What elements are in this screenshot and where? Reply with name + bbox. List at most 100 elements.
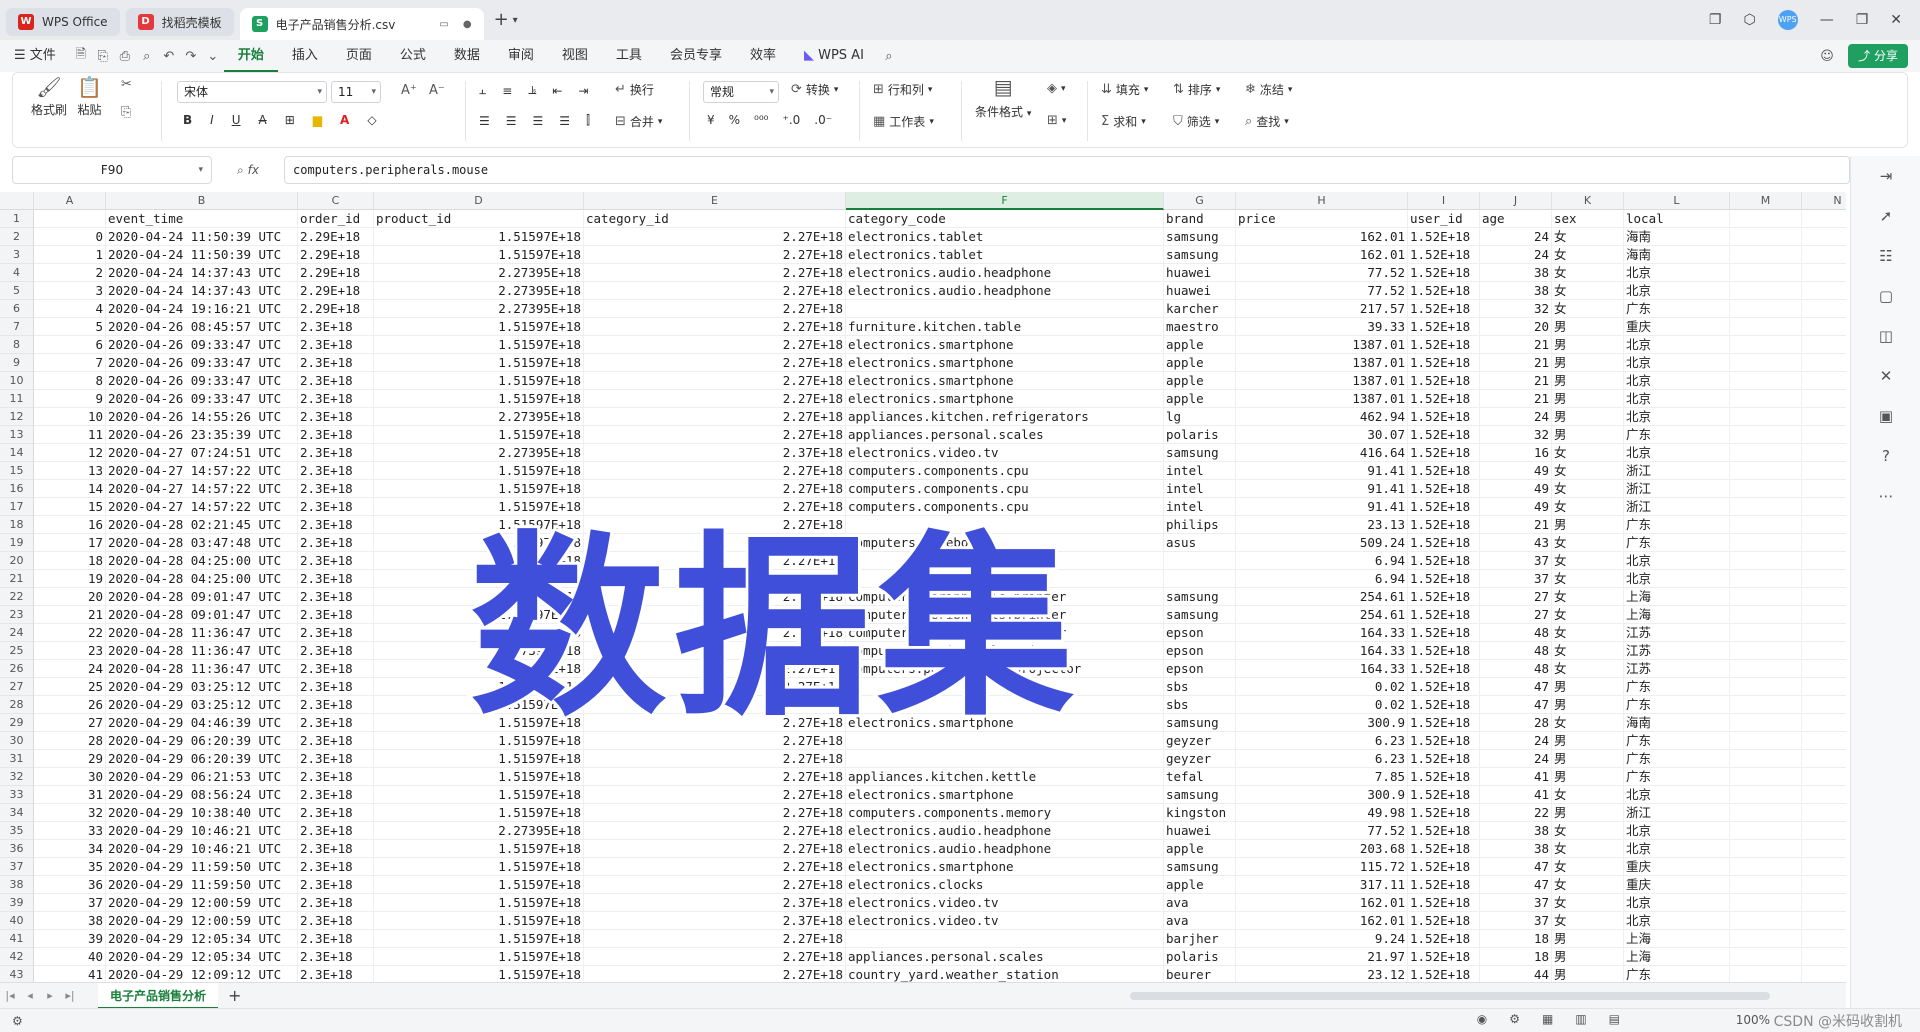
table-cell[interactable]: 2.27E+18 [584, 534, 846, 552]
table-cell[interactable]: 上海 [1624, 948, 1730, 966]
table-cell[interactable]: 48 [1480, 624, 1552, 642]
column-header-b[interactable]: B [106, 192, 298, 210]
table-cell[interactable]: 1.52E+18 [1408, 480, 1480, 498]
table-cell[interactable]: 254.61 [1236, 606, 1408, 624]
table-cell[interactable]: 509.24 [1236, 534, 1408, 552]
table-cell[interactable]: 115.72 [1236, 858, 1408, 876]
table-cell[interactable]: 1.51597E+18 [374, 570, 584, 588]
table-cell[interactable]: 49 [1480, 480, 1552, 498]
table-cell[interactable]: maestro [1164, 318, 1236, 336]
table-cell[interactable]: 16 [1480, 444, 1552, 462]
table-cell[interactable]: electronics.smartphone [846, 858, 1164, 876]
table-cell[interactable]: 1.52E+18 [1408, 930, 1480, 948]
table-cell[interactable]: 32 [1480, 426, 1552, 444]
table-cell[interactable] [1730, 948, 1802, 966]
table-cell[interactable]: 2.27E+18 [584, 930, 846, 948]
table-cell[interactable]: 男 [1552, 516, 1624, 534]
table-cell[interactable] [1730, 534, 1802, 552]
table-cell[interactable]: 1.51597E+18 [374, 948, 584, 966]
table-cell[interactable]: philips [1164, 516, 1236, 534]
row-header[interactable]: 42 [0, 948, 34, 966]
table-cell[interactable]: 2.3E+18 [298, 930, 374, 948]
table-cell[interactable]: 2.3E+18 [298, 714, 374, 732]
table-cell[interactable]: 1.51597E+18 [374, 498, 584, 516]
decrease-font-button[interactable]: A⁻ [429, 83, 445, 98]
table-cell[interactable]: 41 [34, 966, 106, 982]
table-cell[interactable] [1802, 372, 1846, 390]
table-cell[interactable]: 2.3E+18 [298, 318, 374, 336]
table-cell[interactable]: computers.peripherals.projector [846, 660, 1164, 678]
more-icon[interactable]: ⋯ [1851, 476, 1920, 516]
table-cell[interactable]: 11 [34, 426, 106, 444]
table-cell[interactable]: 24 [1480, 408, 1552, 426]
table-cell[interactable]: intel [1164, 498, 1236, 516]
table-cell[interactable] [846, 678, 1164, 696]
table-cell[interactable]: electronics.smartphone [846, 786, 1164, 804]
table-cell[interactable]: 2.27E+18 [584, 750, 846, 768]
row-header[interactable]: 33 [0, 786, 34, 804]
table-cell[interactable]: 女 [1552, 246, 1624, 264]
table-cell[interactable]: 2.3E+18 [298, 354, 374, 372]
page-break-icon[interactable]: ▤ [1609, 1012, 1620, 1026]
table-cell[interactable]: 2.3E+18 [298, 966, 374, 982]
row-header[interactable]: 26 [0, 660, 34, 678]
table-cell[interactable]: 6.23 [1236, 750, 1408, 768]
table-cell[interactable]: 2020-04-29 11:59:50 UTC [106, 858, 298, 876]
table-cell[interactable]: apple [1164, 876, 1236, 894]
table-cell[interactable]: 6 [34, 336, 106, 354]
table-cell[interactable]: 2020-04-29 03:25:12 UTC [106, 678, 298, 696]
table-cell[interactable]: 1.51597E+18 [374, 714, 584, 732]
row-header[interactable]: 21 [0, 570, 34, 588]
table-cell[interactable]: 2.3E+18 [298, 498, 374, 516]
row-header[interactable]: 27 [0, 678, 34, 696]
table-cell[interactable]: samsung [1164, 228, 1236, 246]
row-header[interactable]: 39 [0, 894, 34, 912]
table-cell[interactable]: 2.27E+18 [584, 768, 846, 786]
table-cell[interactable]: 1.51597E+18 [374, 804, 584, 822]
table-cell[interactable]: appliances.personal.scales [846, 426, 1164, 444]
table-cell[interactable]: 37 [1480, 552, 1552, 570]
table-cell[interactable]: 2020-04-28 09:01:47 UTC [106, 606, 298, 624]
table-cell[interactable] [1730, 588, 1802, 606]
table-cell[interactable]: 48 [1480, 642, 1552, 660]
table-cell[interactable]: order_id [298, 210, 374, 228]
table-cell[interactable]: 462.94 [1236, 408, 1408, 426]
row-col-button[interactable]: ⊞ 行和列 ▾ [873, 81, 932, 98]
table-cell[interactable]: 1.51597E+18 [374, 336, 584, 354]
number-format-select[interactable]: 常规 ▾ [703, 81, 779, 103]
table-cell[interactable]: electronics.video.tv [846, 444, 1164, 462]
row-header[interactable]: 38 [0, 876, 34, 894]
table-cell[interactable]: computers.components.memory [846, 804, 1164, 822]
redo-icon[interactable]: ↷ [180, 49, 202, 64]
table-cell[interactable]: huawei [1164, 282, 1236, 300]
table-cell[interactable]: 1.52E+18 [1408, 624, 1480, 642]
table-cell[interactable]: sbs [1164, 696, 1236, 714]
sheet-tab[interactable]: 电子产品销售分析 [98, 982, 219, 1009]
table-cell[interactable] [846, 732, 1164, 750]
table-cell[interactable]: local [1624, 210, 1730, 228]
indent-decrease-icon[interactable]: ⇤ [552, 84, 562, 98]
table-cell[interactable]: 女 [1552, 894, 1624, 912]
row-header[interactable]: 14 [0, 444, 34, 462]
table-cell[interactable]: 47 [1480, 858, 1552, 876]
row-header[interactable]: 34 [0, 804, 34, 822]
table-cell[interactable]: 北京 [1624, 822, 1730, 840]
table-cell[interactable] [1802, 678, 1846, 696]
table-cell[interactable]: 2020-04-28 09:01:47 UTC [106, 588, 298, 606]
table-cell[interactable] [1802, 912, 1846, 930]
gear-icon[interactable]: ⚙ [1509, 1012, 1520, 1026]
row-header[interactable]: 7 [0, 318, 34, 336]
wrap-button[interactable]: ↵ 换行 [615, 81, 654, 98]
table-cell[interactable]: 32 [1480, 300, 1552, 318]
table-cell[interactable]: 1.52E+18 [1408, 318, 1480, 336]
table-cell[interactable]: electronics.video.tv [846, 894, 1164, 912]
table-cell[interactable]: 21 [1480, 336, 1552, 354]
table-cell[interactable]: 43 [1480, 534, 1552, 552]
table-cell[interactable]: 28 [34, 732, 106, 750]
table-cell[interactable]: 1.51597E+18 [374, 786, 584, 804]
table-cell[interactable]: 广东 [1624, 516, 1730, 534]
table-cell[interactable]: 0.02 [1236, 696, 1408, 714]
tab-wps-office[interactable]: W WPS Office [6, 8, 120, 36]
menu-formula[interactable]: 公式 [386, 40, 440, 72]
table-cell[interactable]: 317.11 [1236, 876, 1408, 894]
